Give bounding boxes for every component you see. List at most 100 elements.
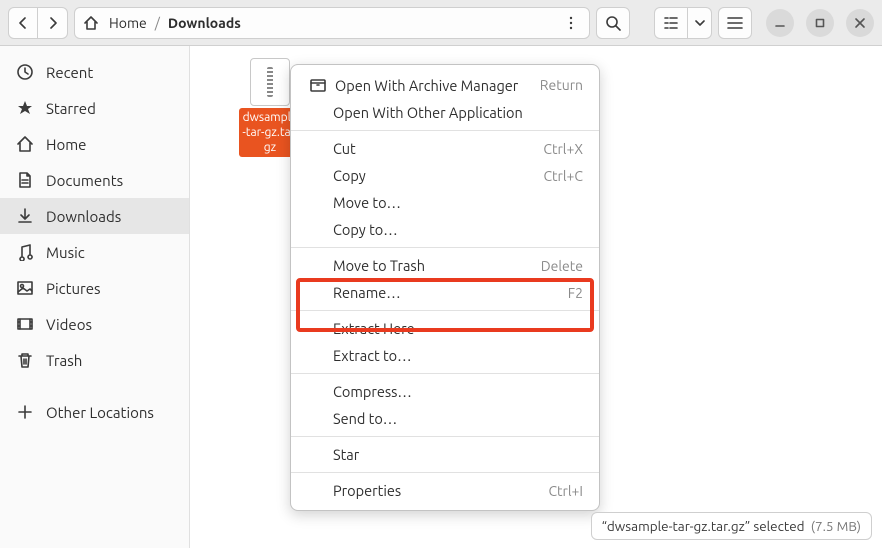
view-dropdown-button[interactable] (688, 7, 712, 39)
ctx-properties[interactable]: Properties Ctrl+I (291, 477, 599, 504)
window-controls (766, 9, 874, 37)
toolbar: Home / Downloads (0, 0, 882, 46)
ctx-open-with-other[interactable]: Open With Other Application (291, 99, 599, 126)
sidebar-item-recent[interactable]: Recent (0, 54, 189, 90)
archive-manager-icon (309, 76, 327, 94)
sidebar-item-starred[interactable]: Starred (0, 90, 189, 126)
ctx-compress[interactable]: Compress… (291, 378, 599, 405)
sidebar-item-label: Trash (46, 352, 82, 369)
ctx-label: Extract Here (333, 320, 415, 337)
sidebar-item-label: Home (46, 136, 86, 153)
sidebar-item-home[interactable]: Home (0, 126, 189, 162)
close-button[interactable] (846, 9, 874, 37)
plus-icon (16, 403, 34, 421)
maximize-icon (814, 17, 826, 29)
search-icon (605, 15, 621, 31)
ctx-label: Compress… (333, 383, 412, 400)
ctx-label: Rename… (333, 284, 401, 301)
menu-separator (291, 247, 599, 248)
ctx-label: Send to… (333, 410, 397, 427)
ctx-open-with-archive[interactable]: Open With Archive Manager Return (291, 71, 599, 99)
breadcrumb-home[interactable]: Home (109, 15, 147, 31)
list-view-button[interactable] (654, 7, 688, 39)
ctx-send-to[interactable]: Send to… (291, 405, 599, 432)
ctx-extract-here[interactable]: Extract Here (291, 315, 599, 342)
breadcrumb-separator: / (155, 15, 160, 31)
path-bar[interactable]: Home / Downloads (74, 7, 590, 39)
clock-icon (16, 63, 34, 81)
sidebar-item-trash[interactable]: Trash (0, 342, 189, 378)
ctx-shortcut: Ctrl+C (543, 168, 583, 184)
back-button[interactable] (8, 7, 38, 39)
ctx-label: Move to Trash (333, 257, 425, 274)
sidebar-item-label: Starred (46, 100, 96, 117)
video-icon (16, 315, 34, 333)
list-icon (663, 16, 679, 30)
sidebar-item-downloads[interactable]: Downloads (0, 198, 189, 234)
nav-group (8, 7, 68, 39)
minimize-button[interactable] (766, 9, 794, 37)
chevron-down-icon (695, 18, 705, 28)
ctx-label: Cut (333, 140, 356, 157)
sidebar-item-label: Recent (46, 64, 93, 81)
sidebar: Recent Starred Home Documents Downloads … (0, 46, 190, 548)
sidebar-item-label: Music (46, 244, 85, 261)
hamburger-menu-button[interactable] (718, 7, 752, 39)
ctx-label: Star (333, 446, 359, 463)
menu-separator (291, 310, 599, 311)
sidebar-item-documents[interactable]: Documents (0, 162, 189, 198)
ctx-rename[interactable]: Rename… F2 (291, 279, 599, 306)
ctx-move-to-trash[interactable]: Move to Trash Delete (291, 252, 599, 279)
context-menu: Open With Archive Manager Return Open Wi… (290, 64, 600, 511)
status-size: (7.5 MB) (811, 518, 861, 534)
star-icon (16, 99, 34, 117)
sidebar-item-music[interactable]: Music (0, 234, 189, 270)
menu-separator (291, 436, 599, 437)
home-icon (83, 15, 99, 31)
document-icon (16, 171, 34, 189)
ctx-extract-to[interactable]: Extract to… (291, 342, 599, 369)
ctx-label: Open With Other Application (333, 104, 523, 121)
breadcrumb-current[interactable]: Downloads (168, 15, 241, 31)
trash-icon (16, 351, 34, 369)
ctx-star[interactable]: Star (291, 441, 599, 468)
sidebar-item-pictures[interactable]: Pictures (0, 270, 189, 306)
ctx-move-to[interactable]: Move to… (291, 189, 599, 216)
sidebar-item-label: Videos (46, 316, 92, 333)
ctx-cut[interactable]: Cut Ctrl+X (291, 135, 599, 162)
pictures-icon (16, 279, 34, 297)
download-icon (16, 207, 34, 225)
sidebar-item-label: Pictures (46, 280, 101, 297)
ctx-shortcut: Return (540, 77, 583, 93)
minimize-icon (774, 17, 786, 29)
sidebar-item-label: Documents (46, 172, 123, 189)
music-icon (16, 243, 34, 261)
ctx-shortcut: Delete (541, 258, 583, 274)
close-icon (854, 17, 866, 29)
home-icon (16, 135, 34, 153)
view-mode-group (654, 7, 712, 39)
ctx-shortcut: Ctrl+X (543, 141, 583, 157)
menu-separator (291, 130, 599, 131)
menu-separator (291, 373, 599, 374)
sidebar-item-other-locations[interactable]: Other Locations (0, 394, 189, 430)
path-menu-button[interactable] (561, 16, 581, 30)
sidebar-item-label: Downloads (46, 208, 121, 225)
forward-button[interactable] (38, 7, 68, 39)
menu-separator (291, 472, 599, 473)
chevron-right-icon (47, 17, 59, 29)
sidebar-item-label: Other Locations (46, 404, 154, 421)
ctx-label: Copy to… (333, 221, 398, 238)
search-button[interactable] (596, 7, 630, 39)
kebab-icon (569, 16, 573, 30)
ctx-label: Copy (333, 167, 366, 184)
ctx-label: Extract to… (333, 347, 412, 364)
ctx-shortcut: F2 (568, 285, 583, 301)
ctx-copy[interactable]: Copy Ctrl+C (291, 162, 599, 189)
chevron-left-icon (17, 17, 29, 29)
ctx-label: Move to… (333, 194, 401, 211)
sidebar-item-videos[interactable]: Videos (0, 306, 189, 342)
maximize-button[interactable] (806, 9, 834, 37)
ctx-copy-to[interactable]: Copy to… (291, 216, 599, 243)
ctx-label: Properties (333, 482, 401, 499)
